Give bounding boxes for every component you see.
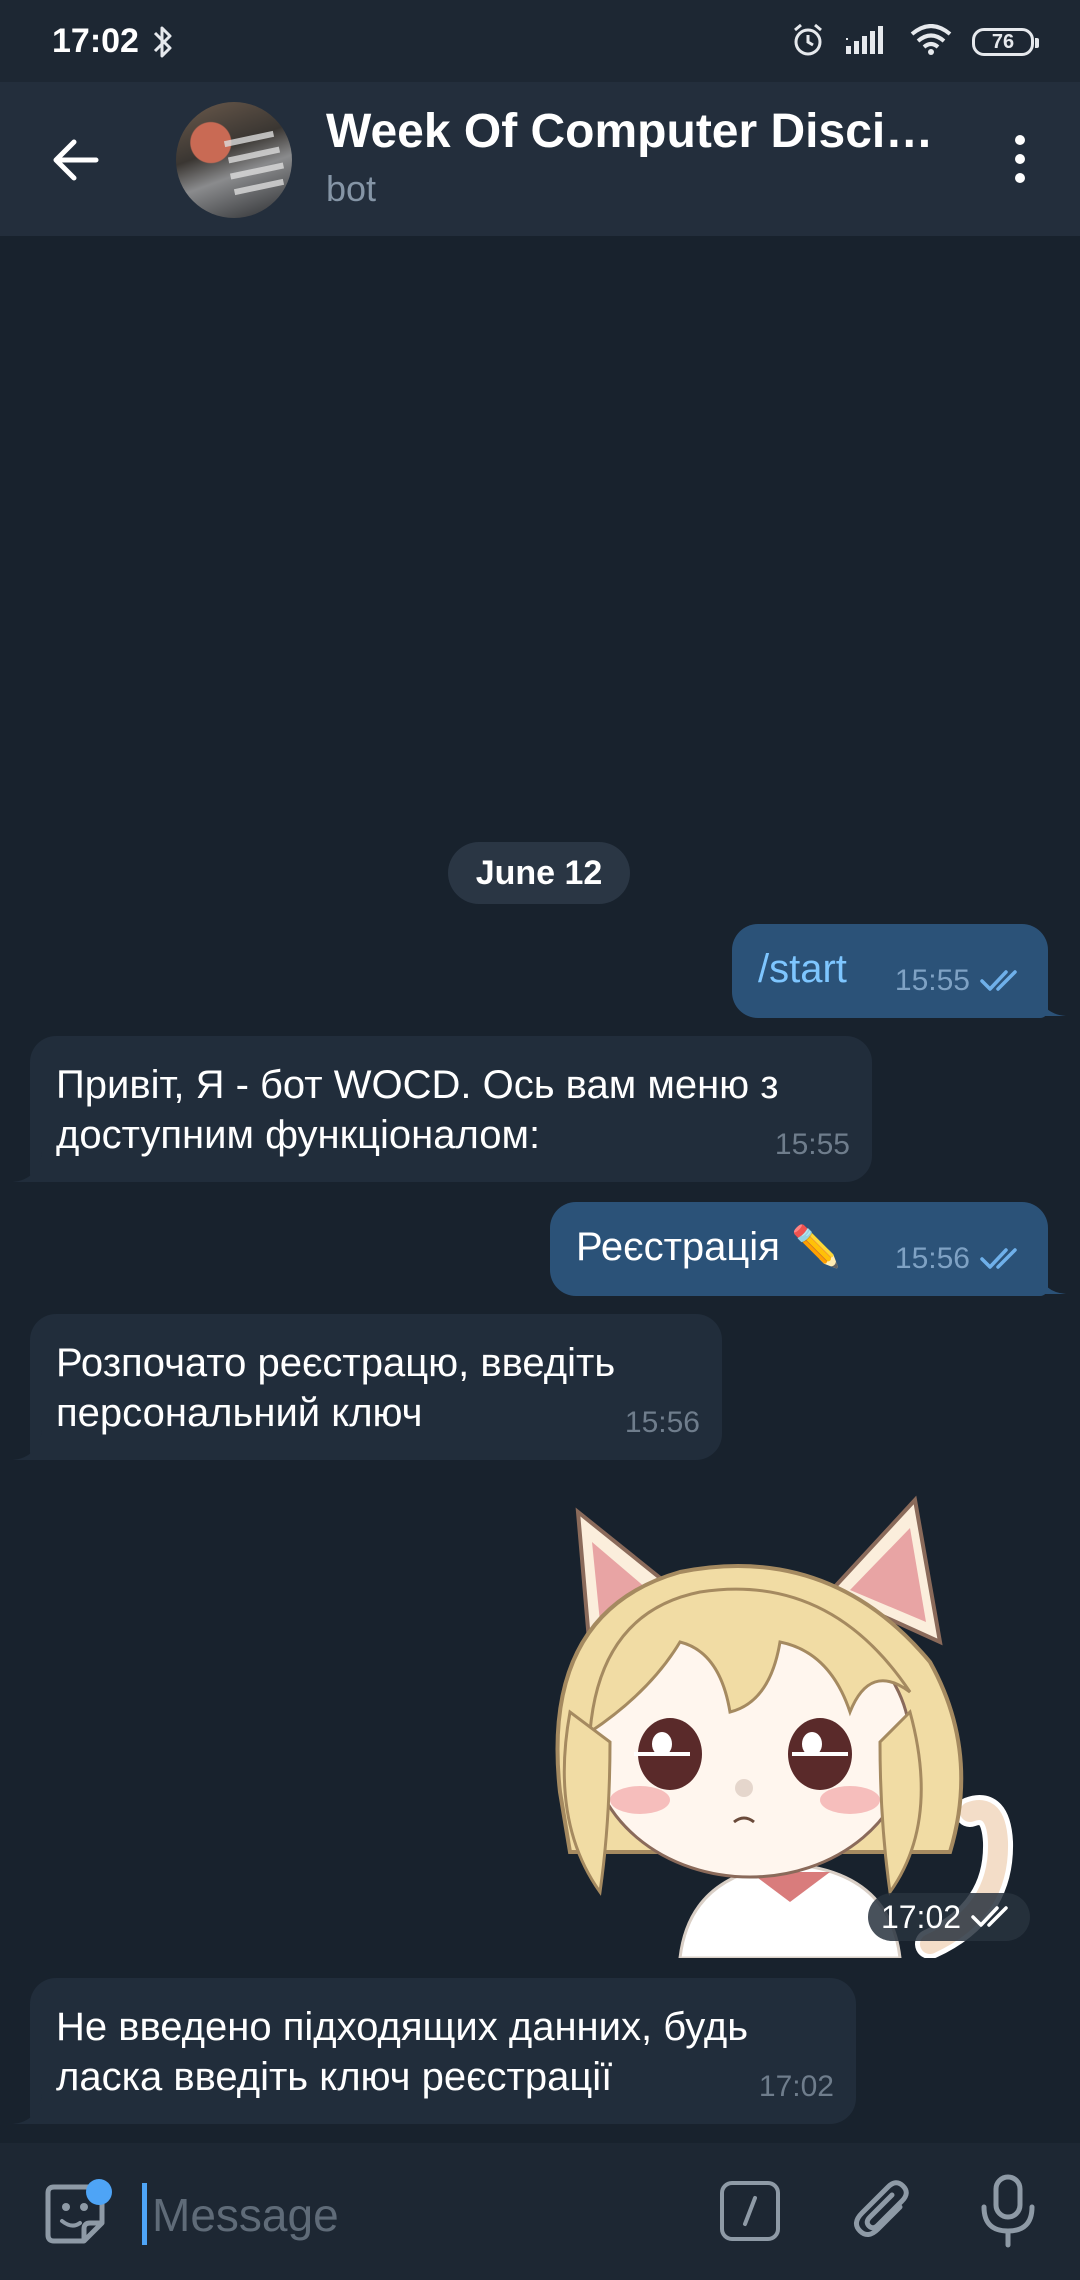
bubble-tail <box>1036 1264 1066 1294</box>
bubble-tail <box>12 2094 42 2124</box>
notification-dot <box>86 2179 112 2205</box>
back-arrow-icon <box>53 139 99 181</box>
message-time: 17:02 <box>880 1898 962 1935</box>
message-incoming[interactable]: Привіт, Я - бот WOCD. Ось вам меню з дос… <box>30 1036 872 1182</box>
dot-icon <box>1015 135 1025 145</box>
status-icons: 76 <box>790 22 1039 63</box>
double-check-icon <box>971 1906 1008 1927</box>
message-meta: 15:56 <box>895 1234 1026 1284</box>
more-options-button[interactable] <box>1000 124 1040 194</box>
message-meta: 15:55 <box>895 956 1026 1006</box>
message-line: Привіт, Я - бот WOCD. Ось вам меню з <box>56 1063 779 1107</box>
date-separator: June 12 <box>448 842 630 904</box>
message-meta: 15:56 <box>625 1398 700 1448</box>
message-incoming[interactable]: Не введено підходящих данних, будь ласка… <box>30 1978 856 2124</box>
message-text[interactable]: /start <box>758 944 847 994</box>
status-bar: 17:02 76 <box>0 0 1080 82</box>
message-composer <box>0 2143 1080 2280</box>
back-button[interactable] <box>46 130 106 190</box>
bubble-tail <box>1036 986 1066 1016</box>
bot-commands-button[interactable] <box>720 2181 780 2241</box>
signal-icon <box>846 24 890 61</box>
message-line: персональний ключ <box>56 1391 423 1435</box>
message-time: 15:55 <box>774 1128 850 1161</box>
cat-girl-sticker[interactable] <box>530 1492 1030 1958</box>
message-incoming[interactable]: Розпочато реєстрацю, введіть персональни… <box>30 1314 722 1460</box>
status-time: 17:02 <box>52 22 139 60</box>
battery-icon: 76 <box>972 28 1039 56</box>
chat-subtitle: bot <box>326 168 377 209</box>
bubble-tail <box>12 1430 42 1460</box>
wifi-icon <box>910 23 952 61</box>
bubble-tail <box>12 1152 42 1182</box>
avatar[interactable] <box>176 102 292 218</box>
message-line: Розпочато реєстрацю, введіть <box>56 1341 616 1385</box>
message-meta: 17:02 <box>759 2062 834 2112</box>
message-line: ласка введіть ключ реєстрації <box>56 2055 613 2099</box>
slash-icon <box>743 2196 757 2226</box>
message-outgoing[interactable]: /start 15:55 <box>732 924 1048 1018</box>
message-line: Не введено підходящих данних, будь <box>56 2005 749 2049</box>
attach-icon[interactable] <box>850 2177 916 2247</box>
sticker-meta: 17:02 <box>868 1893 1030 1941</box>
message-input[interactable] <box>150 2179 694 2251</box>
alarm-icon <box>790 22 826 63</box>
message-text: Реєстрація ✏️ <box>576 1225 841 1269</box>
message-line: доступним функціоналом: <box>56 1113 541 1157</box>
message-time: 17:02 <box>758 2070 834 2103</box>
chat-header: Week Of Computer Discipl… bot <box>0 82 1080 236</box>
message-time: 15:55 <box>894 964 970 997</box>
text-caret <box>142 2183 147 2245</box>
dot-icon <box>1015 154 1025 164</box>
bluetooth-icon <box>152 24 174 65</box>
chat-title[interactable]: Week Of Computer Discipl… <box>326 104 956 159</box>
message-meta: 15:55 <box>775 1120 850 1170</box>
double-check-icon <box>980 970 1017 991</box>
microphone-icon[interactable] <box>976 2173 1040 2249</box>
message-outgoing[interactable]: Реєстрація ✏️ 15:56 <box>550 1202 1048 1296</box>
dot-icon <box>1015 173 1025 183</box>
double-check-icon <box>980 1248 1017 1269</box>
message-time: 15:56 <box>624 1406 700 1439</box>
message-time: 15:56 <box>894 1242 970 1275</box>
